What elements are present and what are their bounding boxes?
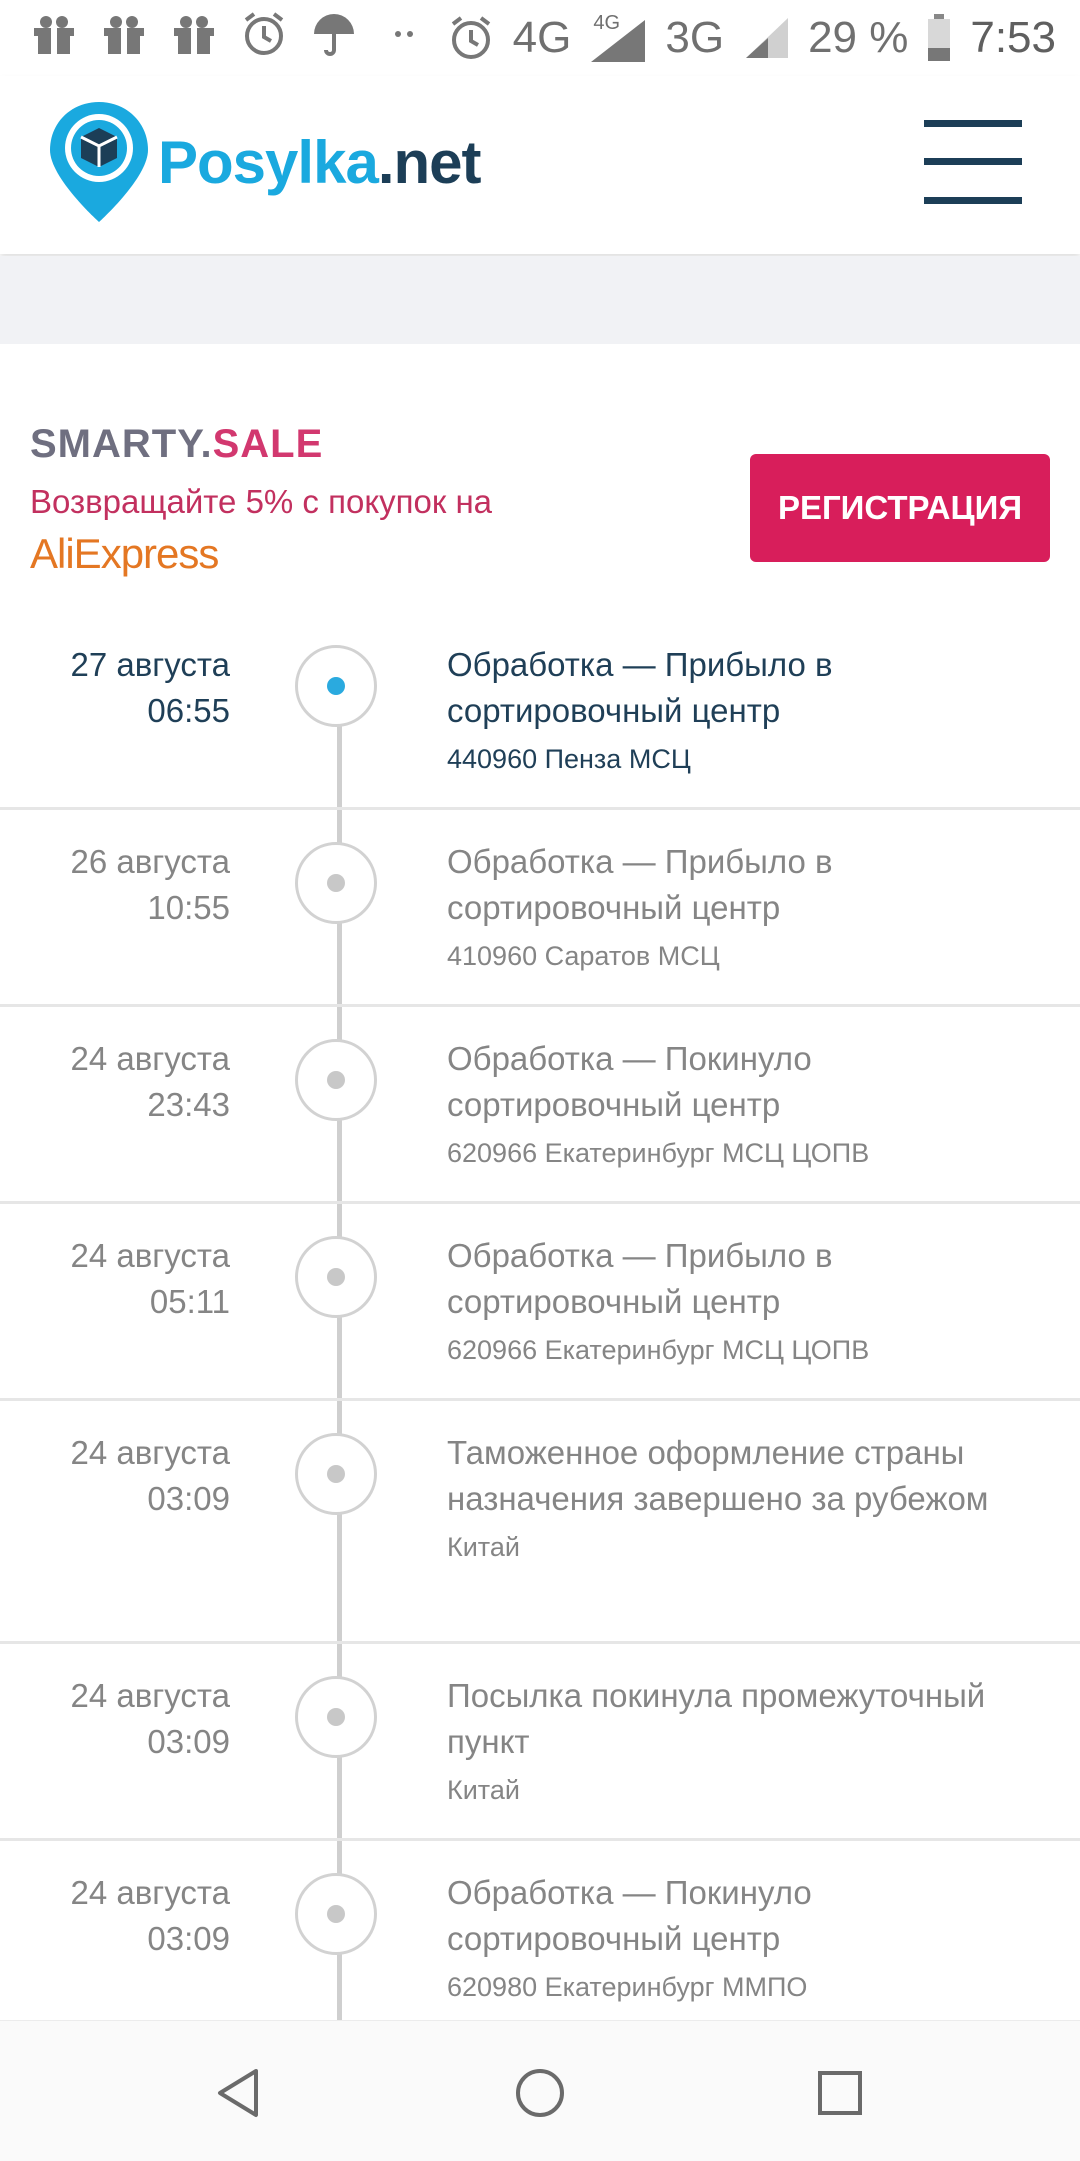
- aliexpress-logo: AliExpress: [30, 530, 219, 577]
- back-icon[interactable]: [212, 2065, 268, 2121]
- signal-weak-icon: [746, 18, 789, 58]
- event-datetime: 24 августа 03:09: [10, 1870, 230, 1962]
- event-location: 620980 Екатеринбург ММПО: [447, 1972, 808, 2002]
- signal-icon: 4G: [589, 12, 647, 64]
- event-date: 24 августа: [70, 1237, 230, 1274]
- battery-icon: [928, 14, 951, 61]
- hamburger-menu-icon[interactable]: [924, 120, 1022, 204]
- tracking-event: 27 августа 06:55 Обработка — Прибыло в со…: [0, 610, 1080, 810]
- event-datetime: 24 августа 05:11: [10, 1233, 230, 1325]
- promo-banner: SMARTY.SALE Возвращайте 5% с покупок на …: [0, 410, 1080, 590]
- event-title: Посылка покинула промежуточный пункт: [447, 1677, 986, 1760]
- status-icons-right: 4G 4G 3G 29 % 7:53: [447, 10, 1056, 66]
- event-time: 06:55: [147, 692, 230, 729]
- battery-percent: 29 %: [808, 13, 909, 62]
- event-details: Обработка — Покинуло сортировочный центр…: [447, 1870, 1047, 2010]
- event-details: Обработка — Прибыло в сортировочный цент…: [447, 1233, 1047, 1373]
- event-title: Обработка — Покинуло сортировочный центр: [447, 1040, 812, 1123]
- gift-notification-icon: [174, 16, 214, 54]
- event-date: 24 августа: [70, 1677, 230, 1714]
- more-dots-icon: [395, 31, 413, 37]
- umbrella-icon: [314, 14, 354, 56]
- event-time: 10:55: [147, 889, 230, 926]
- event-date: 24 августа: [70, 1040, 230, 1077]
- gift-notification-icon: [34, 16, 74, 54]
- event-date: 24 августа: [70, 1434, 230, 1471]
- event-time: 23:43: [147, 1086, 230, 1123]
- network-type: 4G: [512, 13, 572, 62]
- event-location: 440960 Пенза МСЦ: [447, 744, 691, 774]
- event-time: 03:09: [147, 1480, 230, 1517]
- logo[interactable]: Posylka.net: [46, 98, 481, 226]
- event-location: Китай: [447, 1775, 520, 1805]
- event-date: 27 августа: [70, 646, 230, 683]
- status-icons-left: [30, 10, 428, 58]
- event-details: Обработка — Покинуло сортировочный центр…: [447, 1036, 1047, 1176]
- package-pin-icon: [50, 102, 148, 222]
- tracking-event: 24 августа 03:09 Посылка покинула промежу…: [0, 1641, 1080, 1841]
- alarm-clock-icon: [244, 12, 284, 55]
- logo-text-part1: Posylka: [158, 128, 379, 196]
- tracking-timeline: 27 августа 06:55 Обработка — Прибыло в со…: [0, 610, 1080, 2020]
- event-datetime: 24 августа 03:09: [10, 1673, 230, 1765]
- event-details: Таможенное оформление страны назначения …: [447, 1430, 1047, 1570]
- event-title: Обработка — Прибыло в сортировочный цент…: [447, 843, 833, 926]
- event-time: 03:09: [147, 1723, 230, 1760]
- timeline-node-icon: [295, 1433, 377, 1515]
- event-title: Обработка — Покинуло сортировочный центр: [447, 1874, 812, 1957]
- timeline-node-icon: [295, 1236, 377, 1318]
- register-button[interactable]: РЕГИСТРАЦИЯ: [750, 454, 1050, 562]
- gift-notification-icon: [104, 16, 144, 54]
- tracking-event: 26 августа 10:55 Обработка — Прибыло в со…: [0, 807, 1080, 1007]
- event-datetime: 27 августа 06:55: [10, 642, 230, 734]
- event-location: 620966 Екатеринбург МСЦ ЦОПВ: [447, 1138, 870, 1168]
- event-title: Обработка — Прибыло в сортировочный цент…: [447, 646, 833, 729]
- brand-part1: SMARTY.: [30, 422, 213, 466]
- event-location: 410960 Саратов МСЦ: [447, 941, 720, 971]
- timeline-node-icon: [295, 1039, 377, 1121]
- event-details: Обработка — Прибыло в сортировочный цент…: [447, 839, 1047, 979]
- alarm-clock-icon: [451, 16, 490, 59]
- event-time: 03:09: [147, 1920, 230, 1957]
- brand-part2: SALE: [212, 422, 324, 466]
- event-details: Обработка — Прибыло в сортировочный цент…: [447, 642, 1047, 782]
- event-title: Таможенное оформление страны назначения …: [447, 1434, 989, 1517]
- cashback-text: Возвращайте 5% с покупок на: [30, 483, 493, 520]
- logo-text-part2: .net: [377, 128, 482, 196]
- logo-text: Posylka.net: [158, 128, 481, 197]
- tracking-event: 24 августа 03:09 Таможенное оформление ст…: [0, 1398, 1080, 1644]
- app-header: Posylka.net: [0, 76, 1080, 254]
- home-icon[interactable]: [512, 2065, 568, 2121]
- tracking-event: 24 августа 05:11 Обработка — Прибыло в со…: [0, 1201, 1080, 1401]
- event-date: 24 августа: [70, 1874, 230, 1911]
- smarty-sale-logo: SMARTY.SALE: [30, 422, 323, 467]
- event-title: Обработка — Прибыло в сортировочный цент…: [447, 1237, 833, 1320]
- status-bar: 4G 4G 3G 29 % 7:53: [0, 0, 1080, 76]
- timeline-node-icon: [295, 1873, 377, 1955]
- event-details: Посылка покинула промежуточный пункт Кита…: [447, 1673, 1047, 1813]
- event-location: Китай: [447, 1532, 520, 1562]
- gray-separator-band: [0, 256, 1080, 344]
- event-location: 620966 Екатеринбург МСЦ ЦОПВ: [447, 1335, 870, 1365]
- timeline-node-icon: [295, 645, 377, 727]
- tracking-event: 24 августа 23:43 Обработка — Покинуло сор…: [0, 1004, 1080, 1204]
- clock: 7:53: [970, 13, 1056, 62]
- system-navigation-bar: [0, 2020, 1080, 2161]
- network-type-2: 3G: [665, 13, 725, 62]
- event-time: 05:11: [149, 1283, 230, 1320]
- tracking-event: 24 августа 03:09 Обработка — Покинуло сор…: [0, 1838, 1080, 2020]
- event-datetime: 24 августа 03:09: [10, 1430, 230, 1522]
- event-date: 26 августа: [70, 843, 230, 880]
- event-datetime: 24 августа 23:43: [10, 1036, 230, 1128]
- timeline-node-icon: [295, 842, 377, 924]
- recent-apps-icon[interactable]: [812, 2065, 868, 2121]
- timeline-node-icon: [295, 1676, 377, 1758]
- event-datetime: 26 августа 10:55: [10, 839, 230, 931]
